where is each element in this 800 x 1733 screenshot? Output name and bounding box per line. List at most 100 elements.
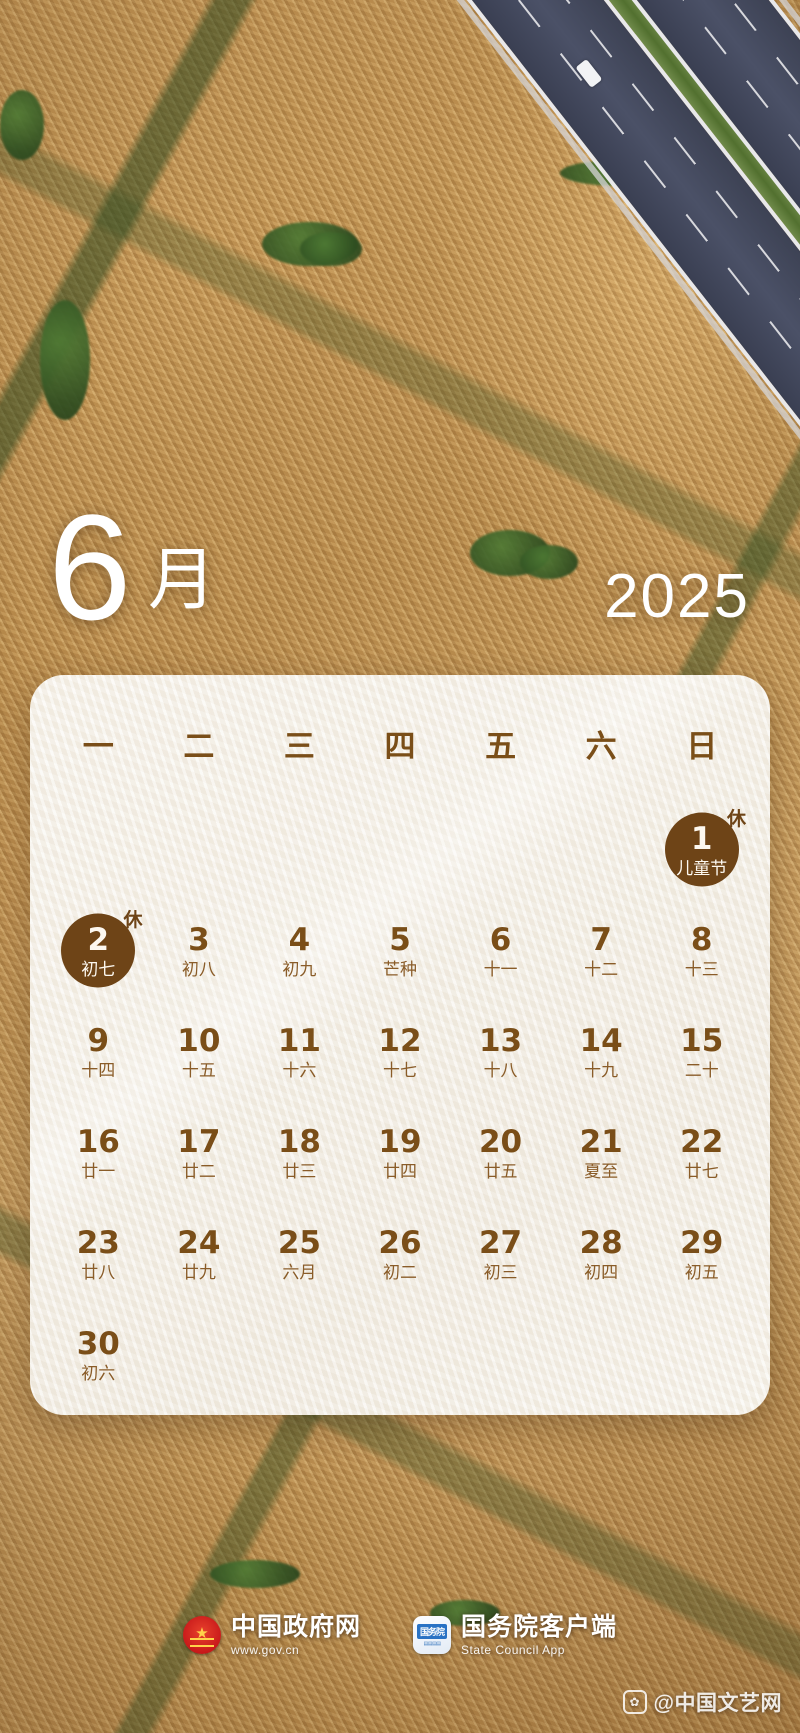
day-number: 21: [579, 1124, 623, 1160]
day-lunar-label: 廿三: [282, 1162, 317, 1182]
calendar-day-10[interactable]: 10 十五: [149, 1002, 250, 1103]
calendar-day-19[interactable]: 19 廿四: [350, 1103, 451, 1204]
calendar-day-5[interactable]: 5 芒种: [350, 901, 451, 1002]
calendar-day-9[interactable]: 9 十四: [48, 1002, 149, 1103]
day-lunar-label: 廿二: [181, 1162, 216, 1182]
calendar-day-28[interactable]: 28 初四: [551, 1204, 652, 1305]
day-number: 30: [76, 1326, 120, 1362]
day-number: 5: [389, 922, 411, 958]
calendar-day-11[interactable]: 11 十六: [249, 1002, 350, 1103]
day-number: 18: [277, 1124, 321, 1160]
calendar-day-3[interactable]: 3 初八: [149, 901, 250, 1002]
state-council-app-logo[interactable]: 国务院 ▤▤▤▤ 国务院客户端 State Council App: [413, 1612, 618, 1656]
calendar-day-17[interactable]: 17 廿二: [149, 1103, 250, 1204]
footer-logos: 中国政府网 www.gov.cn 国务院 ▤▤▤▤ 国务院客户端 State C…: [0, 1600, 800, 1670]
day-lunar-label: 芒种: [382, 960, 417, 980]
watermark: ✿ @中国文艺网: [622, 1687, 782, 1717]
weekday-label-6: 日: [686, 729, 718, 765]
day-number: 13: [478, 1023, 523, 1059]
month-header: 6 月 2025: [0, 492, 800, 658]
calendar-day-12[interactable]: 12 十七: [350, 1002, 451, 1103]
weekday-label-5: 六: [585, 729, 617, 765]
gov-site-logo[interactable]: 中国政府网 www.gov.cn: [182, 1612, 361, 1657]
day-lunar-label: 十六: [282, 1061, 317, 1081]
calendar-day-22[interactable]: 22 廿七: [651, 1103, 752, 1204]
day-number: 25: [277, 1225, 321, 1261]
day-number: 4: [288, 922, 311, 958]
day-lunar-label: 廿八: [81, 1263, 116, 1283]
day-lunar-label: 初六: [81, 1364, 116, 1384]
day-number: 12: [378, 1023, 422, 1059]
day-lunar-label: 廿七: [684, 1162, 719, 1182]
day-lunar-label: 十五: [181, 1061, 216, 1081]
weekday-label-4: 五: [485, 729, 517, 765]
state-council-app-icon: 国务院 ▤▤▤▤: [413, 1616, 451, 1654]
calendar-day-20[interactable]: 20 廿五: [450, 1103, 551, 1204]
day-lunar-label: 初七: [81, 960, 116, 980]
year-label: 2025: [604, 562, 750, 631]
rest-day-badge: 休: [726, 808, 746, 830]
day-number: 19: [378, 1124, 422, 1160]
calendar-grid: 休 1 儿童节休 2 初七 3 初八 4 初九 5 芒种 6 十一 7 十二 8 十三 9 十四 10 十五 11 十六 12…: [30, 766, 770, 1406]
calendar-day-21[interactable]: 21 夏至: [551, 1103, 652, 1204]
calendar-day-1[interactable]: 休 1 儿童节: [651, 800, 752, 901]
day-lunar-label: 十四: [81, 1061, 116, 1081]
calendar-day-29[interactable]: 29 初五: [651, 1204, 752, 1305]
calendar-day-13[interactable]: 13 十八: [450, 1002, 551, 1103]
day-lunar-label: 二十: [684, 1061, 719, 1081]
calendar-day-30[interactable]: 30 初六: [48, 1305, 149, 1406]
calendar-day-16[interactable]: 16 廿一: [48, 1103, 149, 1204]
day-lunar-label: 初三: [483, 1263, 518, 1283]
day-number: 10: [177, 1023, 221, 1059]
day-number: 9: [87, 1023, 110, 1059]
day-number: 15: [680, 1023, 724, 1059]
weibo-icon: ✿: [622, 1690, 647, 1714]
day-lunar-label: 初九: [282, 960, 317, 980]
weekday-label-3: 四: [384, 729, 416, 765]
day-lunar-label: 廿一: [81, 1162, 116, 1182]
calendar-day-6[interactable]: 6 十一: [450, 901, 551, 1002]
day-lunar-label: 十三: [684, 960, 719, 980]
day-lunar-label: 夏至: [584, 1162, 619, 1182]
watermark-text: @中国文艺网: [653, 1692, 782, 1715]
day-lunar-label: 十九: [584, 1061, 619, 1081]
day-number: 27: [478, 1225, 523, 1261]
gov-site-url: www.gov.cn: [230, 1642, 300, 1657]
day-number: 1: [690, 821, 713, 857]
day-lunar-label: 初二: [382, 1263, 417, 1283]
calendar-day-26[interactable]: 26 初二: [350, 1204, 451, 1305]
state-council-app-name: 国务院客户端: [461, 1612, 618, 1641]
calendar-day-2[interactable]: 休 2 初七: [48, 901, 149, 1002]
calendar-day-24[interactable]: 24 廿九: [149, 1204, 250, 1305]
day-number: 29: [680, 1225, 724, 1261]
day-number: 24: [177, 1225, 221, 1261]
weekday-label-2: 三: [283, 729, 315, 765]
calendar-day-25[interactable]: 25 六月: [249, 1204, 350, 1305]
calendar-day-4[interactable]: 4 初九: [249, 901, 350, 1002]
day-number: 16: [76, 1124, 120, 1160]
day-lunar-label: 十二: [584, 960, 619, 980]
calendar-day-14[interactable]: 14 十九: [551, 1002, 652, 1103]
day-number: 2: [87, 922, 110, 958]
calendar-day-7[interactable]: 7 十二: [551, 901, 652, 1002]
calendar-day-23[interactable]: 23 廿八: [48, 1204, 149, 1305]
state-council-app-badge: 国务院: [416, 1623, 447, 1639]
day-number: 17: [177, 1124, 221, 1160]
national-emblem-icon: [182, 1616, 221, 1654]
calendar-day-15[interactable]: 15 二十: [651, 1002, 752, 1103]
calendar-day-18[interactable]: 18 廿三: [249, 1103, 350, 1204]
month-number: 6: [48, 483, 131, 651]
gov-site-name: 中国政府网: [230, 1612, 361, 1641]
day-lunar-label: 六月: [282, 1263, 317, 1283]
day-lunar-label: 廿五: [483, 1162, 518, 1182]
calendar-day-27[interactable]: 27 初三: [450, 1204, 551, 1305]
calendar-day-8[interactable]: 8 十三: [651, 901, 752, 1002]
day-number: 8: [690, 922, 713, 958]
day-number: 14: [579, 1023, 623, 1059]
calendar-card: 一二三四五六日 休 1 儿童节休 2 初七 3 初八 4 初九 5 芒种 6 十一 7 十二 8 十三 9 十四 10…: [30, 675, 770, 1415]
day-number: 23: [76, 1225, 120, 1261]
day-lunar-label: 廿九: [181, 1263, 216, 1283]
weekday-label-0: 一: [82, 729, 114, 765]
day-lunar-label: 初八: [181, 960, 216, 980]
month-suffix-label: 月: [148, 542, 217, 618]
